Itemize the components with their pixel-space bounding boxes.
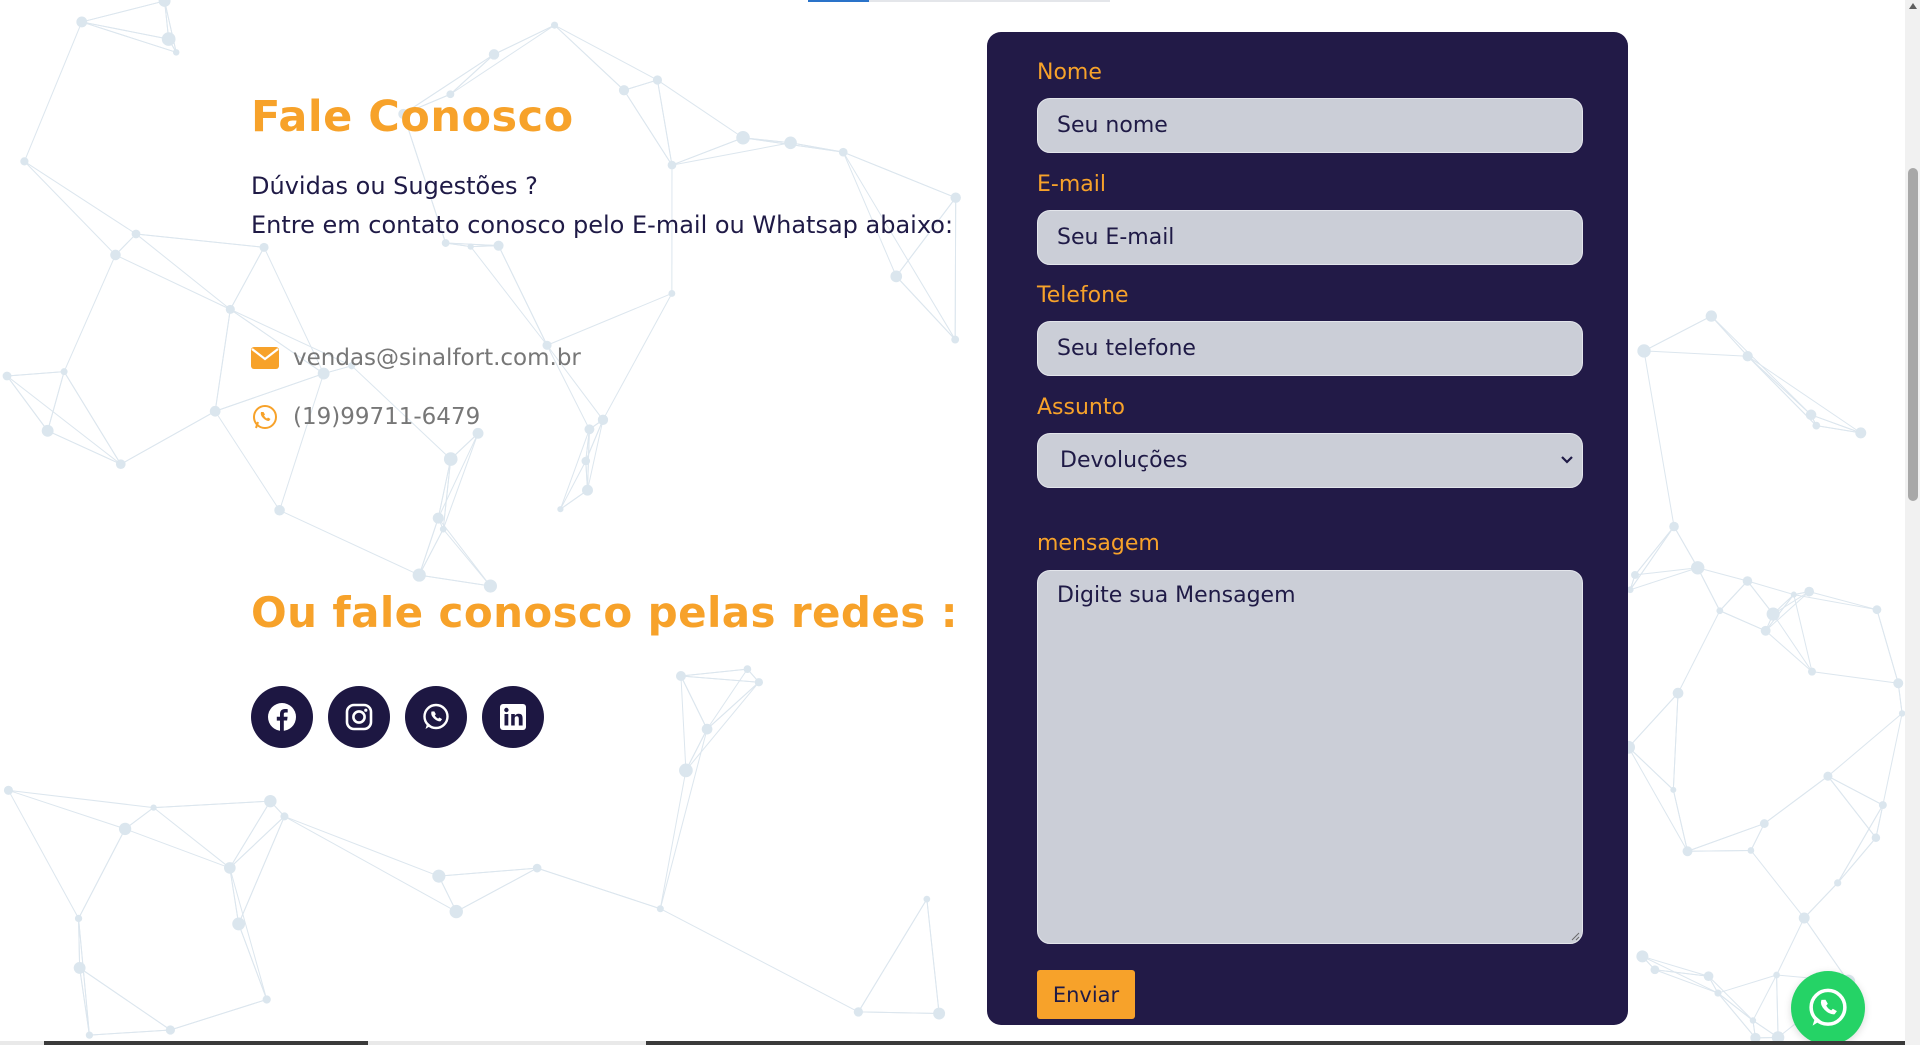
bottom-divider (0, 1041, 1905, 1045)
chevron-down-icon (1561, 456, 1573, 464)
email-input[interactable]: Seu E-mail (1037, 210, 1583, 265)
submit-button[interactable]: Enviar (1037, 970, 1135, 1019)
name-placeholder: Seu nome (1057, 113, 1168, 138)
intro-line-2: Entre em contato conosco pelo E-mail ou … (251, 211, 954, 239)
intro-line-1: Dúvidas ou Sugestões ? (251, 172, 538, 200)
network-background (2, 0, 1906, 1044)
contact-form: Nome Seu nome E-mail Seu E-mail Telefone… (987, 32, 1628, 1025)
message-placeholder: Digite sua Mensagem (1057, 583, 1296, 608)
facebook-icon (268, 703, 296, 731)
instagram-icon (345, 703, 373, 731)
envelope-icon (251, 344, 279, 372)
page-title: Fale Conosco (251, 92, 574, 142)
social-links (251, 686, 544, 748)
scrollbar-thumb[interactable] (1908, 168, 1918, 501)
facebook-button[interactable] (251, 686, 313, 748)
message-textarea[interactable]: Digite sua Mensagem (1037, 570, 1583, 944)
linkedin-button[interactable] (482, 686, 544, 748)
email-placeholder: Seu E-mail (1057, 225, 1175, 250)
email-contact[interactable]: vendas@sinalfort.com.br (251, 344, 581, 372)
whatsapp-outline-icon (251, 403, 279, 431)
whatsapp-float-button[interactable] (1791, 971, 1865, 1045)
phone-label: Telefone (1037, 283, 1129, 308)
phone-number[interactable]: (19)99711-6479 (293, 404, 480, 430)
phone-input[interactable]: Seu telefone (1037, 321, 1583, 376)
subject-selected-value: Devoluções (1060, 448, 1188, 473)
message-label: mensagem (1037, 531, 1160, 556)
intro-text: Dúvidas ou Sugestões ? Entre em contato … (251, 167, 953, 245)
whatsapp-icon (423, 703, 449, 730)
name-label: Nome (1037, 60, 1102, 85)
page-scrollbar[interactable] (1905, 0, 1920, 1045)
subject-select[interactable]: Devoluções (1037, 433, 1583, 488)
linkedin-icon (500, 704, 526, 730)
resize-grip-icon[interactable] (1570, 931, 1580, 941)
phone-contact[interactable]: (19)99711-6479 (251, 403, 480, 431)
scroll-up-arrow-icon[interactable] (1909, 3, 1917, 9)
name-input[interactable]: Seu nome (1037, 98, 1583, 153)
whatsapp-icon (1809, 988, 1847, 1026)
whatsapp-button[interactable] (405, 686, 467, 748)
email-label: E-mail (1037, 172, 1106, 197)
top-tab-indicator (808, 0, 1110, 2)
phone-placeholder: Seu telefone (1057, 336, 1196, 361)
subject-label: Assunto (1037, 395, 1125, 420)
social-title: Ou fale conosco pelas redes : (251, 588, 958, 637)
email-link[interactable]: vendas@sinalfort.com.br (293, 345, 581, 371)
instagram-button[interactable] (328, 686, 390, 748)
